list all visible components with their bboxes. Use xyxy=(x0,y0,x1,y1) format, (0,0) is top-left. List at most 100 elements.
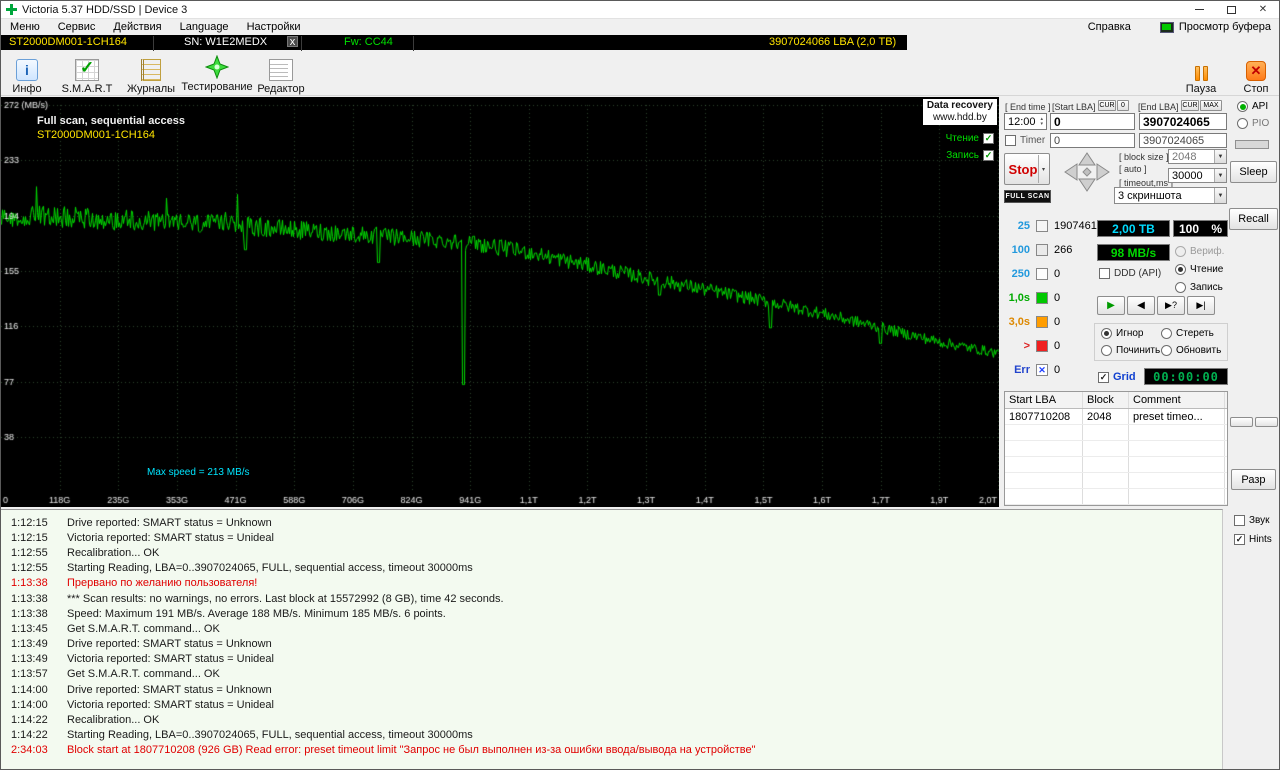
go-to-end-button[interactable]: ▶| xyxy=(1187,296,1215,315)
end-lba-max-button[interactable]: MAX xyxy=(1200,100,1222,111)
pio-radio[interactable] xyxy=(1237,118,1248,129)
device-tab-close-button[interactable]: x xyxy=(287,36,298,48)
ignore-radio[interactable] xyxy=(1101,328,1112,339)
maximize-button[interactable] xyxy=(1215,1,1247,18)
play-button[interactable]: ▶ xyxy=(1097,296,1125,315)
timeout-select[interactable]: 30000 ▼ xyxy=(1168,168,1227,183)
repair-radio[interactable] xyxy=(1101,345,1112,356)
repair-radio-row[interactable]: Починить xyxy=(1101,345,1160,356)
spinner-arrows-icon[interactable]: ▴ ▾ xyxy=(1040,116,1043,127)
defect-table-row[interactable] xyxy=(1005,473,1227,489)
menu-item-3[interactable]: Действия xyxy=(104,21,170,33)
erase-radio[interactable] xyxy=(1161,328,1172,339)
seek-question-button[interactable]: ▶? xyxy=(1157,296,1185,315)
stat-color-swatch[interactable] xyxy=(1036,220,1048,232)
toolbar-logs-button[interactable]: Журналы xyxy=(125,54,177,95)
start-lba-cur-button[interactable]: CUR xyxy=(1098,100,1116,111)
recall-button[interactable]: Recall xyxy=(1229,208,1278,230)
table-scroll-left-button[interactable] xyxy=(1230,417,1253,427)
stat-color-swatch[interactable] xyxy=(1036,244,1048,256)
stop-scan-button[interactable]: Stop ▾ xyxy=(1004,153,1050,185)
menu-item-4[interactable]: Language xyxy=(171,21,238,33)
timer-checkbox[interactable] xyxy=(1005,135,1016,146)
hints-checkbox-row[interactable]: Hints xyxy=(1234,534,1272,545)
ddd-checkbox[interactable] xyxy=(1099,268,1110,279)
hints-checkbox[interactable] xyxy=(1234,534,1245,545)
api-radio[interactable] xyxy=(1237,101,1248,112)
stop-button[interactable]: Стоп xyxy=(1237,54,1275,95)
grid-checkbox-row[interactable]: Grid xyxy=(1098,371,1136,383)
stop-dropdown-icon[interactable]: ▾ xyxy=(1038,155,1048,183)
read-legend-checkbox[interactable] xyxy=(983,133,994,144)
ignore-radio-row[interactable]: Игнор xyxy=(1101,328,1143,339)
ddd-checkbox-row[interactable]: DDD (API) xyxy=(1099,268,1161,279)
erase-radio-row[interactable]: Стереть xyxy=(1161,328,1214,339)
stat-color-swatch[interactable]: ✕ xyxy=(1036,364,1048,376)
defect-table-row[interactable] xyxy=(1005,441,1227,457)
dropdown-arrow-icon[interactable]: ▼ xyxy=(1214,169,1226,182)
stat-color-swatch[interactable] xyxy=(1036,316,1048,328)
menu-item-help[interactable]: Справка xyxy=(1079,21,1140,33)
toolbar-logs-label: Журналы xyxy=(126,83,176,95)
toolbar-smart-button[interactable]: S.M.A.R.T xyxy=(59,54,115,95)
end-lba-input[interactable]: 3907024065 xyxy=(1139,113,1227,130)
legend-write: Запись xyxy=(946,150,994,161)
minimize-button[interactable] xyxy=(1183,1,1215,18)
refresh-radio-row[interactable]: Обновить xyxy=(1161,345,1221,356)
verify-radio-row[interactable]: Вериф. xyxy=(1175,246,1224,257)
defect-table-header-cell[interactable]: Block xyxy=(1083,392,1129,408)
sound-checkbox[interactable] xyxy=(1234,515,1245,526)
stat-color-swatch[interactable] xyxy=(1036,268,1048,280)
dropdown-arrow-icon[interactable]: ▼ xyxy=(1214,188,1226,203)
pio-radio-row[interactable]: PIO xyxy=(1237,118,1269,129)
speed-lcd: 98 MB/s xyxy=(1097,244,1170,261)
stat-color-swatch[interactable] xyxy=(1036,340,1048,352)
defect-table[interactable]: Start LBA Block Comment 1807710208 2048 pres… xyxy=(1004,391,1228,506)
defect-table-header-cell[interactable]: Start LBA xyxy=(1005,392,1083,408)
verify-radio[interactable] xyxy=(1175,246,1186,257)
stat-color-swatch[interactable] xyxy=(1036,292,1048,304)
screenshot-select[interactable]: 3 скриншота ▼ xyxy=(1114,187,1227,204)
step-back-button[interactable]: ◀ xyxy=(1127,296,1155,315)
close-button[interactable]: ✕ xyxy=(1247,1,1279,18)
end-lba-input-2[interactable]: 3907024065 xyxy=(1139,133,1227,148)
sleep-button[interactable]: Sleep xyxy=(1230,161,1277,183)
refresh-radio[interactable] xyxy=(1161,345,1172,356)
dropdown-arrow-icon[interactable]: ▼ xyxy=(1214,150,1226,163)
read-radio-row[interactable]: Чтение xyxy=(1175,264,1223,275)
start-lba-zero-button[interactable]: 0 xyxy=(1117,100,1129,111)
toolbar-test-button[interactable]: Тестирование xyxy=(181,52,253,93)
pause-button[interactable]: Пауза xyxy=(1182,54,1220,95)
device-model[interactable]: ST2000DM001-1CH164 xyxy=(9,36,127,48)
toolbar-info-button[interactable]: i Инфо xyxy=(9,54,45,95)
toolbar-editor-button[interactable]: Редактор xyxy=(253,54,309,95)
block-size-select[interactable]: 2048 ▼ xyxy=(1168,149,1227,164)
grid-checkbox[interactable] xyxy=(1098,371,1109,383)
defect-table-row[interactable] xyxy=(1005,489,1227,505)
end-time-input[interactable]: 12:00 ▴ ▾ xyxy=(1004,113,1047,130)
menu-item-2[interactable]: Сервис xyxy=(49,21,105,33)
start-lba-input[interactable]: 0 xyxy=(1050,113,1135,130)
write-legend-checkbox[interactable] xyxy=(983,150,994,161)
menu-item-5[interactable]: Настройки xyxy=(238,21,310,33)
defect-table-row[interactable]: 1807710208 2048 preset timeo... xyxy=(1005,409,1227,425)
table-scroll-right-button[interactable] xyxy=(1255,417,1278,427)
end-lba-cur-button[interactable]: CUR xyxy=(1181,100,1199,111)
write-radio[interactable] xyxy=(1175,282,1186,293)
defect-table-header-cell[interactable]: Comment xyxy=(1129,392,1225,408)
timer-value-input[interactable]: 0 xyxy=(1050,133,1135,148)
navigation-pad[interactable] xyxy=(1058,149,1116,195)
full-scan-button[interactable]: FULL SCAN xyxy=(1004,190,1051,203)
api-radio-row[interactable]: API xyxy=(1237,101,1268,112)
scan-graph-canvas[interactable] xyxy=(1,97,999,507)
write-radio-row[interactable]: Запись xyxy=(1175,282,1223,293)
buffer-view-button[interactable]: Просмотр буфера xyxy=(1159,21,1271,33)
read-radio[interactable] xyxy=(1175,264,1186,275)
timer-checkbox-row[interactable]: Timer xyxy=(1005,135,1045,146)
razr-button[interactable]: Разр xyxy=(1231,469,1276,490)
menu-item-1[interactable]: Меню xyxy=(1,21,49,33)
defect-table-row[interactable] xyxy=(1005,425,1227,441)
sound-checkbox-row[interactable]: Звук xyxy=(1234,515,1270,526)
defect-table-row[interactable] xyxy=(1005,457,1227,473)
log-panel[interactable]: 1:12:15 Drive reported: SMART status = Un… xyxy=(1,509,1223,769)
